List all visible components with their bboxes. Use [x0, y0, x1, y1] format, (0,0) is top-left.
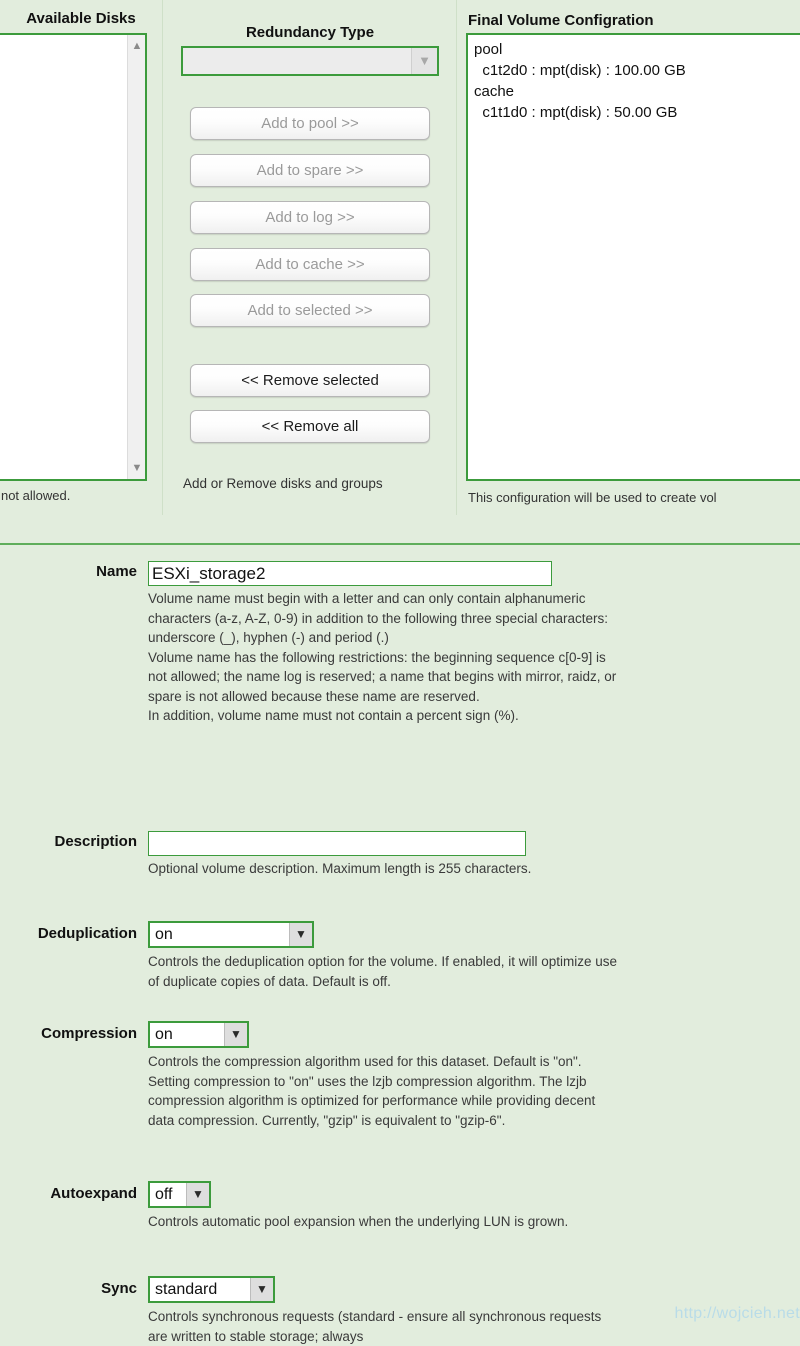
name-label: Name [96, 563, 137, 580]
remove-all-button[interactable]: << Remove all [190, 410, 430, 443]
chevron-down-icon[interactable]: ▼ [128, 459, 146, 477]
chevron-down-icon[interactable]: ▼ [289, 923, 312, 946]
description-input[interactable] [148, 831, 526, 856]
add-to-cache-button[interactable]: Add to cache >> [190, 248, 430, 281]
name-input[interactable] [148, 561, 552, 586]
compression-field-wrap: on ▼ Controls the compression algorithm … [148, 1021, 618, 1130]
sync-select[interactable]: standard ▼ [148, 1276, 275, 1303]
deduplication-field-wrap: on ▼ Controls the deduplication option f… [148, 921, 618, 991]
disk-configuration-panel: Available Disks ▲ ▼ ons are not allowed.… [0, 0, 800, 543]
site-watermark: http://wojcieh.net [674, 1305, 800, 1322]
chevron-down-icon[interactable]: ▼ [250, 1278, 273, 1301]
available-disks-scrollbar[interactable]: ▲ ▼ [127, 35, 145, 479]
available-disks-hint: ons are not allowed. [0, 488, 71, 503]
sync-value: standard [155, 1281, 218, 1298]
panel-divider-left [162, 0, 163, 515]
deduplication-help-text: Controls the deduplication option for th… [148, 954, 618, 989]
panel-divider-right [456, 0, 457, 515]
add-to-log-button[interactable]: Add to log >> [190, 201, 430, 234]
deduplication-label: Deduplication [37, 925, 137, 942]
chevron-down-icon[interactable]: ▼ [411, 48, 437, 74]
redundancy-type-select[interactable]: ▼ [181, 46, 439, 76]
redundancy-type-title: Redundancy Type [245, 24, 375, 41]
compression-value: on [155, 1026, 173, 1043]
config-line: c1t1d0 : mpt(disk) : 50.00 GB [474, 104, 678, 121]
add-to-spare-button[interactable]: Add to spare >> [190, 154, 430, 187]
deduplication-value: on [155, 926, 173, 943]
chevron-down-icon[interactable]: ▼ [186, 1183, 209, 1206]
compression-help-text: Controls the compression algorithm used … [148, 1054, 596, 1128]
config-line: c1t2d0 : mpt(disk) : 100.00 GB [474, 62, 686, 79]
add-to-selected-button[interactable]: Add to selected >> [190, 294, 430, 327]
deduplication-select[interactable]: on ▼ [148, 921, 314, 948]
name-field-wrap: Volume name must begin with a letter and… [148, 561, 618, 726]
description-label: Description [54, 833, 137, 850]
sync-label: Sync [101, 1280, 137, 1297]
autoexpand-value: off [155, 1186, 173, 1203]
config-line: cache [474, 83, 515, 100]
sync-field-wrap: standard ▼ Controls synchronous requests… [148, 1276, 618, 1346]
add-remove-hint: Add or Remove disks and groups [183, 476, 383, 491]
remove-selected-button[interactable]: << Remove selected [190, 364, 430, 397]
name-help-text: Volume name must begin with a letter and… [148, 591, 617, 723]
compression-select[interactable]: on ▼ [148, 1021, 249, 1048]
autoexpand-help-text: Controls automatic pool expansion when t… [148, 1214, 569, 1229]
volume-settings-form: Name Volume name must begin with a lette… [0, 543, 800, 1344]
final-volume-configuration-hint: This configuration will be used to creat… [468, 490, 717, 505]
autoexpand-select[interactable]: off ▼ [148, 1181, 211, 1208]
sync-help-text: Controls synchronous requests (standard … [148, 1309, 602, 1344]
description-field-wrap: Optional volume description. Maximum len… [148, 831, 618, 879]
config-line: pool [474, 41, 503, 58]
final-volume-configuration-title: Final Volume Configration [468, 12, 654, 29]
chevron-up-icon[interactable]: ▲ [128, 37, 146, 55]
compression-label: Compression [41, 1025, 137, 1042]
final-volume-configuration-listbox[interactable]: pool c1t2d0 : mpt(disk) : 100.00 GB cach… [466, 33, 800, 481]
available-disks-listbox[interactable]: ▲ ▼ [0, 33, 147, 481]
autoexpand-field-wrap: off ▼ Controls automatic pool expansion … [148, 1181, 618, 1232]
chevron-down-icon[interactable]: ▼ [224, 1023, 247, 1046]
add-to-pool-button[interactable]: Add to pool >> [190, 107, 430, 140]
description-help-text: Optional volume description. Maximum len… [148, 861, 532, 876]
autoexpand-label: Autoexpand [50, 1185, 137, 1202]
available-disks-title: Available Disks [26, 10, 136, 27]
